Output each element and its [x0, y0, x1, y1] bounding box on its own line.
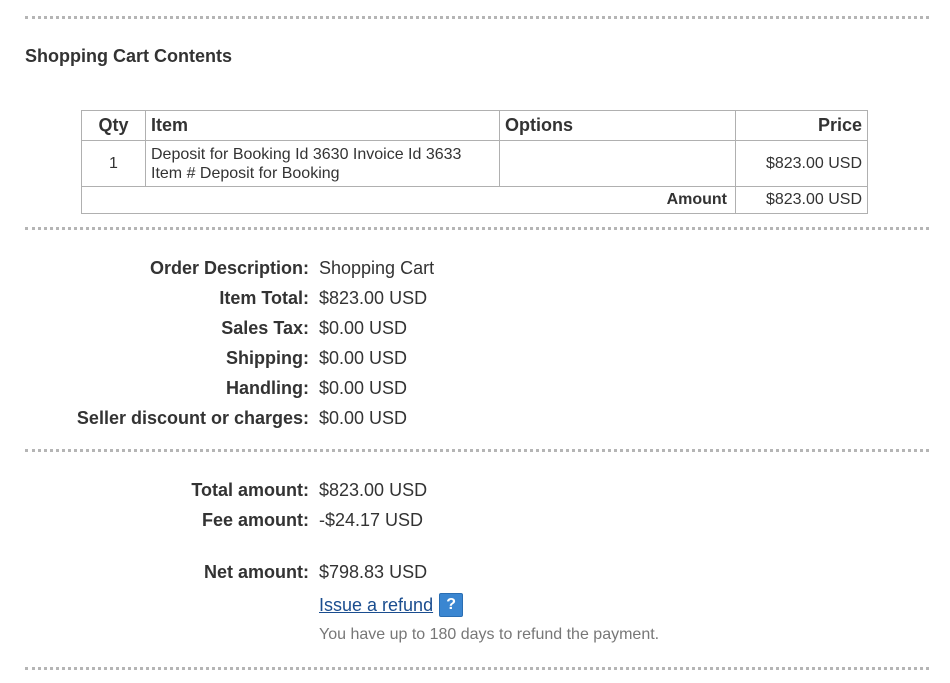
- seller-discount-value: $0.00 USD: [319, 408, 408, 428]
- sales-tax-value: $0.00 USD: [319, 318, 408, 338]
- fee-amount-row: Fee amount: -$24.17 USD: [0, 510, 950, 540]
- handling-row: Handling: $0.00 USD: [0, 378, 950, 408]
- handling-label: Handling:: [226, 378, 309, 398]
- bottom-divider: [25, 667, 929, 670]
- net-amount-label: Net amount:: [204, 562, 309, 582]
- handling-value: $0.00 USD: [319, 378, 408, 398]
- sales-tax-label: Sales Tax:: [221, 318, 309, 338]
- amount-row: Amount $823.00 USD: [81, 186, 868, 214]
- order-description-label: Order Description:: [149, 258, 309, 278]
- shipping-value: $0.00 USD: [319, 348, 408, 368]
- total-amount-label: Total amount:: [191, 480, 309, 500]
- row-item-description: Deposit for Booking Id 3630 Invoice Id 3…: [151, 145, 462, 163]
- net-amount-value: $798.83 USD: [319, 562, 428, 582]
- shipping-row: Shipping: $0.00 USD: [0, 348, 950, 378]
- cart-title: Shopping Cart Contents: [25, 46, 232, 66]
- item-total-row: Item Total: $823.00 USD: [0, 288, 950, 318]
- seller-discount-row: Seller discount or charges: $0.00 USD: [0, 408, 950, 438]
- row-item-number: Item # Deposit for Booking: [151, 164, 340, 182]
- cart-header-row: Qty Item Options Price: [81, 110, 868, 141]
- options-column-header: Options: [499, 110, 736, 141]
- row-qty: 1: [81, 140, 146, 187]
- row-item: Deposit for Booking Id 3630 Invoice Id 3…: [145, 140, 500, 187]
- item-column-header: Item: [145, 110, 500, 141]
- total-amount-value: $823.00 USD: [319, 480, 428, 500]
- cart-divider: [25, 227, 929, 230]
- order-description-value: Shopping Cart: [319, 258, 435, 278]
- refund-action: Issue a refund ?: [319, 593, 464, 617]
- amount-value: $823.00 USD: [735, 186, 868, 214]
- summary-divider: [25, 449, 929, 452]
- refund-note: You have up to 180 days to refund the pa…: [319, 626, 660, 643]
- help-icon[interactable]: ?: [439, 593, 464, 617]
- cart-table: Qty Item Options Price 1 Deposit for Boo…: [81, 110, 868, 214]
- fee-amount-value: -$24.17 USD: [319, 510, 424, 530]
- total-amount-row: Total amount: $823.00 USD: [0, 480, 950, 510]
- item-total-label: Item Total:: [219, 288, 309, 308]
- item-total-value: $823.00 USD: [319, 288, 428, 308]
- row-price: $823.00 USD: [735, 140, 868, 187]
- fee-amount-label: Fee amount:: [201, 510, 309, 530]
- price-column-header: Price: [735, 110, 868, 141]
- amount-label: Amount: [81, 186, 736, 214]
- qty-column-header: Qty: [81, 110, 146, 141]
- order-description-row: Order Description: Shopping Cart: [0, 258, 950, 288]
- table-row: 1 Deposit for Booking Id 3630 Invoice Id…: [81, 140, 868, 187]
- shipping-label: Shipping:: [226, 348, 309, 368]
- net-amount-row: Net amount: $798.83 USD: [0, 562, 950, 592]
- sales-tax-row: Sales Tax: $0.00 USD: [0, 318, 950, 348]
- row-options: [499, 140, 736, 187]
- issue-refund-link[interactable]: Issue a refund: [319, 595, 433, 616]
- seller-discount-label: Seller discount or charges:: [76, 408, 309, 428]
- top-divider: [25, 16, 929, 19]
